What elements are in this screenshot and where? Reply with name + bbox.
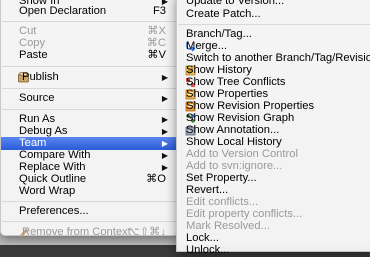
menu-separator xyxy=(2,221,177,222)
menu-item-update-to-version[interactable]: Update to Version... xyxy=(177,0,370,8)
menu-item-unlock[interactable]: Unlock... xyxy=(177,244,370,257)
menu-item-word-wrap[interactable]: Word Wrap xyxy=(1,185,178,198)
menu-item-label: Update to Version... xyxy=(186,0,285,7)
menu-item-remove-from-context: Remove from Context ⌥⇧⌘↓ xyxy=(1,226,178,239)
menu-item-label: Remove from Context xyxy=(22,226,131,238)
menu-item-label: Unlock... xyxy=(186,244,230,256)
menu-item-create-patch[interactable]: Create Patch... xyxy=(177,8,370,21)
menu-separator xyxy=(178,24,370,25)
menu-separator xyxy=(2,66,177,67)
shortcut-label: ⌥⇧⌘↓ xyxy=(126,226,166,238)
shortcut-label: F3 xyxy=(152,5,166,17)
menu-item-label: Open Declaration xyxy=(19,5,107,17)
menu-item-label: Preferences... xyxy=(19,205,89,217)
submenu-arrow-icon: ▶ xyxy=(161,73,168,82)
menu-item-publish[interactable]: Publish ▶ xyxy=(1,71,178,84)
menu-item-label: Publish xyxy=(22,71,59,83)
menu-item-paste[interactable]: Paste ⌘V xyxy=(1,49,178,62)
menu-separator xyxy=(2,21,177,22)
menu-separator xyxy=(2,88,177,89)
menu-separator xyxy=(2,109,177,110)
menu-item-source[interactable]: Source ▶ xyxy=(1,92,178,105)
submenu-arrow-icon: ▶ xyxy=(161,94,168,103)
shortcut-label: ⌘V xyxy=(147,49,166,61)
menu-item-label: Source xyxy=(19,92,55,104)
menu-item-label: Word Wrap xyxy=(19,185,76,197)
menu-item-label: Paste xyxy=(19,49,48,61)
context-menu: Show In ▶ Open Declaration F3 Cut ⌘X Cop… xyxy=(0,0,179,239)
menu-separator xyxy=(2,201,177,202)
menu-item-label: Create Patch... xyxy=(186,8,261,20)
menu-item-open-declaration[interactable]: Open Declaration F3 xyxy=(1,5,178,18)
menu-item-preferences[interactable]: Preferences... xyxy=(1,205,178,218)
team-submenu: Update to Version... Create Patch... Bra… xyxy=(176,0,370,256)
